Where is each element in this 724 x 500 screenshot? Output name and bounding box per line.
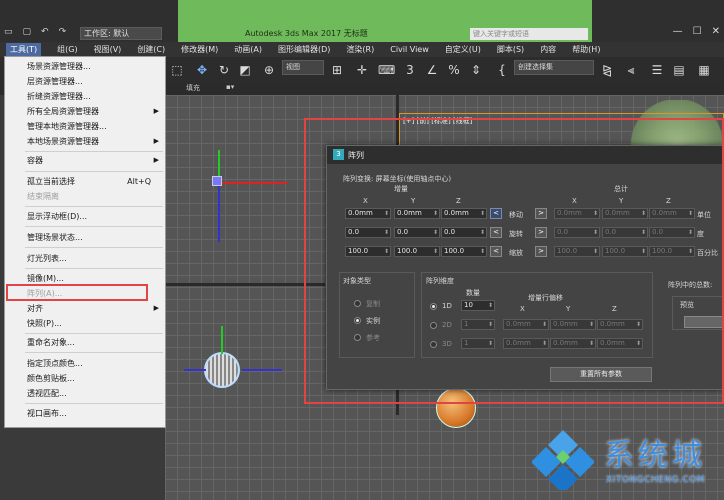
- menu-separator: [25, 352, 163, 353]
- menu-item-manage-scene-states[interactable]: 管理场景状态...: [5, 231, 165, 244]
- menu-separator: [25, 268, 163, 269]
- snaps-toggle-icon[interactable]: 3: [403, 63, 417, 77]
- menu-separator: [25, 247, 163, 248]
- mirror-icon[interactable]: ⧎: [600, 63, 614, 77]
- select-move-icon[interactable]: ✥: [195, 63, 209, 77]
- open-file-icon[interactable]: ▢: [23, 27, 32, 37]
- watermark-logo-icon: [532, 430, 594, 490]
- menu-bar: 工具(T) 组(G) 视图(V) 创建(C) 修改器(M) 动画(A) 图形编辑…: [0, 42, 724, 57]
- gizmo-x-axis-2[interactable]: [184, 369, 206, 371]
- menu-graph-editors[interactable]: 图形编辑器(D): [278, 44, 330, 55]
- angle-snap-icon[interactable]: ∠: [425, 63, 439, 77]
- undo-icon[interactable]: ↶: [41, 27, 49, 37]
- menu-item-viewport-canvas[interactable]: 视口画布...: [5, 407, 165, 420]
- keyboard-shortcut-icon[interactable]: ⌨: [378, 63, 395, 77]
- menu-civil-view[interactable]: Civil View: [390, 45, 429, 54]
- select-manipulate-icon[interactable]: ✛: [355, 63, 369, 77]
- minimize-button[interactable]: —: [673, 26, 683, 37]
- menu-create[interactable]: 创建(C): [137, 44, 165, 55]
- named-selection-set[interactable]: 创建选择集: [514, 60, 594, 75]
- search-input[interactable]: 键入关键字或短语: [470, 28, 588, 40]
- gizmo-z-axis-2[interactable]: [242, 369, 282, 371]
- menu-content[interactable]: 内容: [540, 44, 556, 55]
- select-rotate-icon[interactable]: ↻: [217, 63, 231, 77]
- menu-separator: [25, 206, 163, 207]
- menu-item-isolate-selection[interactable]: 孤立当前选择 Alt+Q: [5, 175, 165, 188]
- quick-access-toolbar: ▭ ▢ ↶ ↷: [4, 27, 66, 37]
- menu-item-light-lister[interactable]: 灯光列表...: [5, 252, 165, 265]
- menu-item-color-clipboard[interactable]: 颜色剪贴板...: [5, 372, 165, 385]
- scene-explorer-icon[interactable]: ☰: [650, 63, 664, 77]
- menu-views[interactable]: 视图(V): [94, 44, 122, 55]
- gizmo-z-axis[interactable]: [218, 182, 220, 242]
- reference-coord-select[interactable]: 视图: [282, 60, 324, 75]
- menu-item-scene-explorer[interactable]: 场景资源管理器...: [5, 60, 165, 73]
- menu-separator: [25, 171, 163, 172]
- watermark-text: 系统城: [604, 438, 706, 473]
- menu-scripting[interactable]: 脚本(S): [497, 44, 524, 55]
- window-title: Autodesk 3ds Max 2017 无标题: [245, 29, 368, 38]
- select-scale-icon[interactable]: ◩: [238, 63, 252, 77]
- menu-rendering[interactable]: 渲染(R): [346, 44, 374, 55]
- layer-explorer-icon[interactable]: ▤: [672, 63, 686, 77]
- highlight-array-item: [6, 284, 148, 301]
- menu-item-display-floater[interactable]: 显示浮动框(D)...: [5, 210, 165, 223]
- redo-icon[interactable]: ↷: [59, 27, 67, 37]
- select-region-icon[interactable]: ⬚: [170, 63, 184, 77]
- title-bar: ▭ ▢ ↶ ↷ 工作区: 默认 Autodesk 3ds Max 2017 无标…: [0, 0, 724, 42]
- menu-item-perspective-match[interactable]: 透视匹配...: [5, 387, 165, 400]
- pivot-center-icon[interactable]: ⊞: [330, 63, 344, 77]
- menu-item-all-global-explorers[interactable]: 所有全局资源管理器 ▶: [5, 105, 165, 118]
- menu-tools[interactable]: 工具(T): [6, 43, 42, 56]
- menu-item-align[interactable]: 对齐 ▶: [5, 302, 165, 315]
- gizmo-center[interactable]: [212, 176, 222, 186]
- window-controls: — ☐ ✕: [673, 26, 720, 37]
- tools-menu: 场景资源管理器... 层资源管理器... 折缝资源管理器... 所有全局资源管理…: [4, 56, 166, 428]
- submenu-arrow-icon: ▶: [153, 137, 159, 145]
- menu-item-local-scene-explorers[interactable]: 本地场景资源管理器 ▶: [5, 135, 165, 148]
- menu-item-snapshot[interactable]: 快照(P)...: [5, 317, 165, 330]
- align-icon[interactable]: ⫷: [624, 63, 638, 77]
- menu-item-assign-vertex-colors[interactable]: 指定顶点颜色...: [5, 357, 165, 370]
- menu-item-crease-explorer[interactable]: 折缝资源管理器...: [5, 90, 165, 103]
- wireframe-sphere[interactable]: [204, 352, 240, 388]
- workspace-select[interactable]: 工作区: 默认: [80, 27, 162, 40]
- submenu-arrow-icon: ▶: [153, 107, 159, 115]
- gizmo-x-axis[interactable]: [222, 182, 287, 184]
- spinner-snap-icon[interactable]: ⇕: [469, 63, 483, 77]
- menu-separator: [25, 403, 163, 404]
- submenu-arrow-icon: ▶: [153, 156, 159, 164]
- highlight-array-dialog: [304, 118, 724, 404]
- restore-button[interactable]: ☐: [693, 26, 702, 37]
- menu-item-manage-local-explorers[interactable]: 管理本地资源管理器...: [5, 120, 165, 133]
- menu-item-rename-objects[interactable]: 重命名对象...: [5, 336, 165, 349]
- edit-named-selection-icon[interactable]: {: [495, 63, 509, 77]
- menu-separator: [25, 151, 163, 152]
- menu-item-end-isolate: 结束隔离: [27, 192, 59, 201]
- menu-separator: [25, 333, 163, 334]
- submenu-arrow-icon: ▶: [153, 304, 159, 312]
- menu-item-layer-explorer[interactable]: 层资源管理器...: [5, 75, 165, 88]
- close-button[interactable]: ✕: [712, 26, 720, 37]
- ribbon-toggle-icon[interactable]: ▦: [697, 63, 711, 77]
- new-file-icon[interactable]: ▭: [4, 27, 13, 37]
- menu-modifiers[interactable]: 修改器(M): [181, 44, 218, 55]
- menu-separator: [25, 226, 163, 227]
- percent-snap-icon[interactable]: %: [447, 63, 461, 77]
- populate-dropdown-icon[interactable]: ▪▾: [226, 83, 234, 91]
- menu-group[interactable]: 组(G): [57, 44, 77, 55]
- place-icon[interactable]: ⊕: [262, 63, 276, 77]
- viewport-divider-h[interactable]: [165, 283, 325, 286]
- menu-item-containers[interactable]: 容器 ▶: [5, 154, 165, 167]
- gizmo-y-axis-2[interactable]: [221, 326, 223, 354]
- populate-label[interactable]: 填充: [186, 83, 200, 93]
- menu-animation[interactable]: 动画(A): [234, 44, 262, 55]
- menu-help[interactable]: 帮助(H): [572, 44, 600, 55]
- watermark-url: XITONGCHENG.COM: [606, 475, 706, 485]
- menu-customize[interactable]: 自定义(U): [445, 44, 481, 55]
